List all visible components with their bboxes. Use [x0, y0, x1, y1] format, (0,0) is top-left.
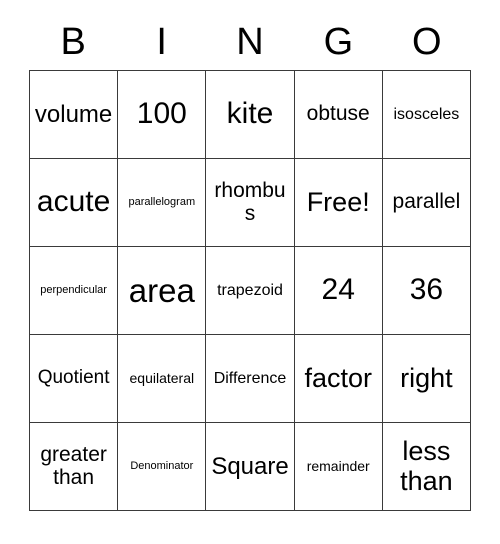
bingo-cell[interactable]: obtuse	[294, 71, 383, 159]
bingo-cell-label: area	[128, 271, 195, 309]
bingo-header-letter-n: N	[236, 21, 264, 63]
bingo-header-letter-o: O	[412, 21, 442, 63]
bingo-cell-label: 100	[136, 97, 187, 131]
bingo-cell-label: Difference	[213, 369, 287, 387]
bingo-cell-label: greater than	[40, 442, 107, 489]
bingo-cell[interactable]: 24	[294, 247, 383, 335]
bingo-cell-label: volume	[34, 100, 113, 128]
bingo-cell[interactable]: 100	[118, 71, 207, 159]
bingo-cell-label: parallelogram	[128, 195, 196, 208]
bingo-cell[interactable]: area	[118, 247, 207, 335]
bingo-cell-label: perpendicular	[40, 283, 107, 296]
bingo-cell[interactable]: Square	[206, 423, 295, 511]
bingo-row: volume 100 kite obtuse isosceles	[30, 71, 472, 159]
bingo-cell-label: remainder	[306, 457, 370, 474]
bingo-cell[interactable]: parallelogram	[118, 159, 207, 247]
bingo-row: acute parallelogram rhombus Free! parall…	[30, 159, 472, 247]
bingo-cell-label: Square	[211, 452, 289, 480]
bingo-cell[interactable]: kite	[206, 71, 295, 159]
bingo-cell[interactable]: rhombus	[206, 159, 295, 247]
bingo-cell-label: obtuse	[306, 102, 370, 126]
bingo-cell[interactable]: trapezoid	[206, 247, 295, 335]
bingo-cell-label: Denominator	[130, 459, 194, 472]
bingo-cell-label: less than	[400, 436, 453, 496]
bingo-cell-label: 24	[321, 273, 355, 307]
bingo-cell-label: isosceles	[393, 105, 460, 123]
bingo-row: perpendicular area trapezoid 24 36	[30, 247, 472, 335]
bingo-cell-label: factor	[304, 362, 372, 393]
bingo-cell-label: acute	[36, 185, 111, 219]
bingo-card: B I N G O volume 100 kite obtuse isoscel…	[29, 14, 472, 511]
bingo-cell-label: 36	[409, 273, 444, 307]
bingo-cell[interactable]: 36	[382, 247, 472, 335]
bingo-cell-label: Free!	[306, 186, 370, 217]
bingo-cell[interactable]: Difference	[206, 335, 295, 423]
bingo-cell[interactable]: acute	[30, 159, 119, 247]
bingo-cell-label: Quotient	[37, 367, 110, 389]
bingo-cell-label: right	[400, 362, 453, 393]
bingo-header-letter-i: I	[156, 21, 167, 63]
bingo-grid: volume 100 kite obtuse isosceles acute p…	[29, 70, 472, 511]
bingo-header-letter-b: B	[60, 21, 86, 63]
bingo-cell[interactable]: Quotient	[30, 335, 119, 423]
bingo-cell[interactable]: parallel	[382, 159, 472, 247]
bingo-cell-label: rhombus	[214, 178, 286, 225]
bingo-cell-label: kite	[226, 97, 274, 131]
bingo-cell[interactable]: less than	[382, 423, 472, 511]
bingo-row: Quotient equilateral Difference factor r…	[30, 335, 472, 423]
bingo-cell[interactable]: volume	[30, 71, 119, 159]
bingo-header-row: B I N G O	[29, 14, 471, 70]
bingo-cell[interactable]: right	[382, 335, 472, 423]
bingo-cell[interactable]: factor	[294, 335, 383, 423]
bingo-cell[interactable]: isosceles	[382, 71, 472, 159]
bingo-cell[interactable]: equilateral	[118, 335, 207, 423]
bingo-cell-label: equilateral	[129, 369, 195, 386]
bingo-cell[interactable]: perpendicular	[30, 247, 119, 335]
bingo-cell-free-space[interactable]: Free!	[294, 159, 383, 247]
bingo-header-letter-g: G	[323, 21, 354, 63]
bingo-cell[interactable]: greater than	[30, 423, 119, 511]
bingo-cell[interactable]: remainder	[294, 423, 383, 511]
bingo-cell-label: parallel	[392, 190, 461, 214]
bingo-cell[interactable]: Denominator	[118, 423, 207, 511]
bingo-row: greater than Denominator Square remainde…	[30, 423, 472, 511]
bingo-cell-label: trapezoid	[217, 281, 283, 299]
